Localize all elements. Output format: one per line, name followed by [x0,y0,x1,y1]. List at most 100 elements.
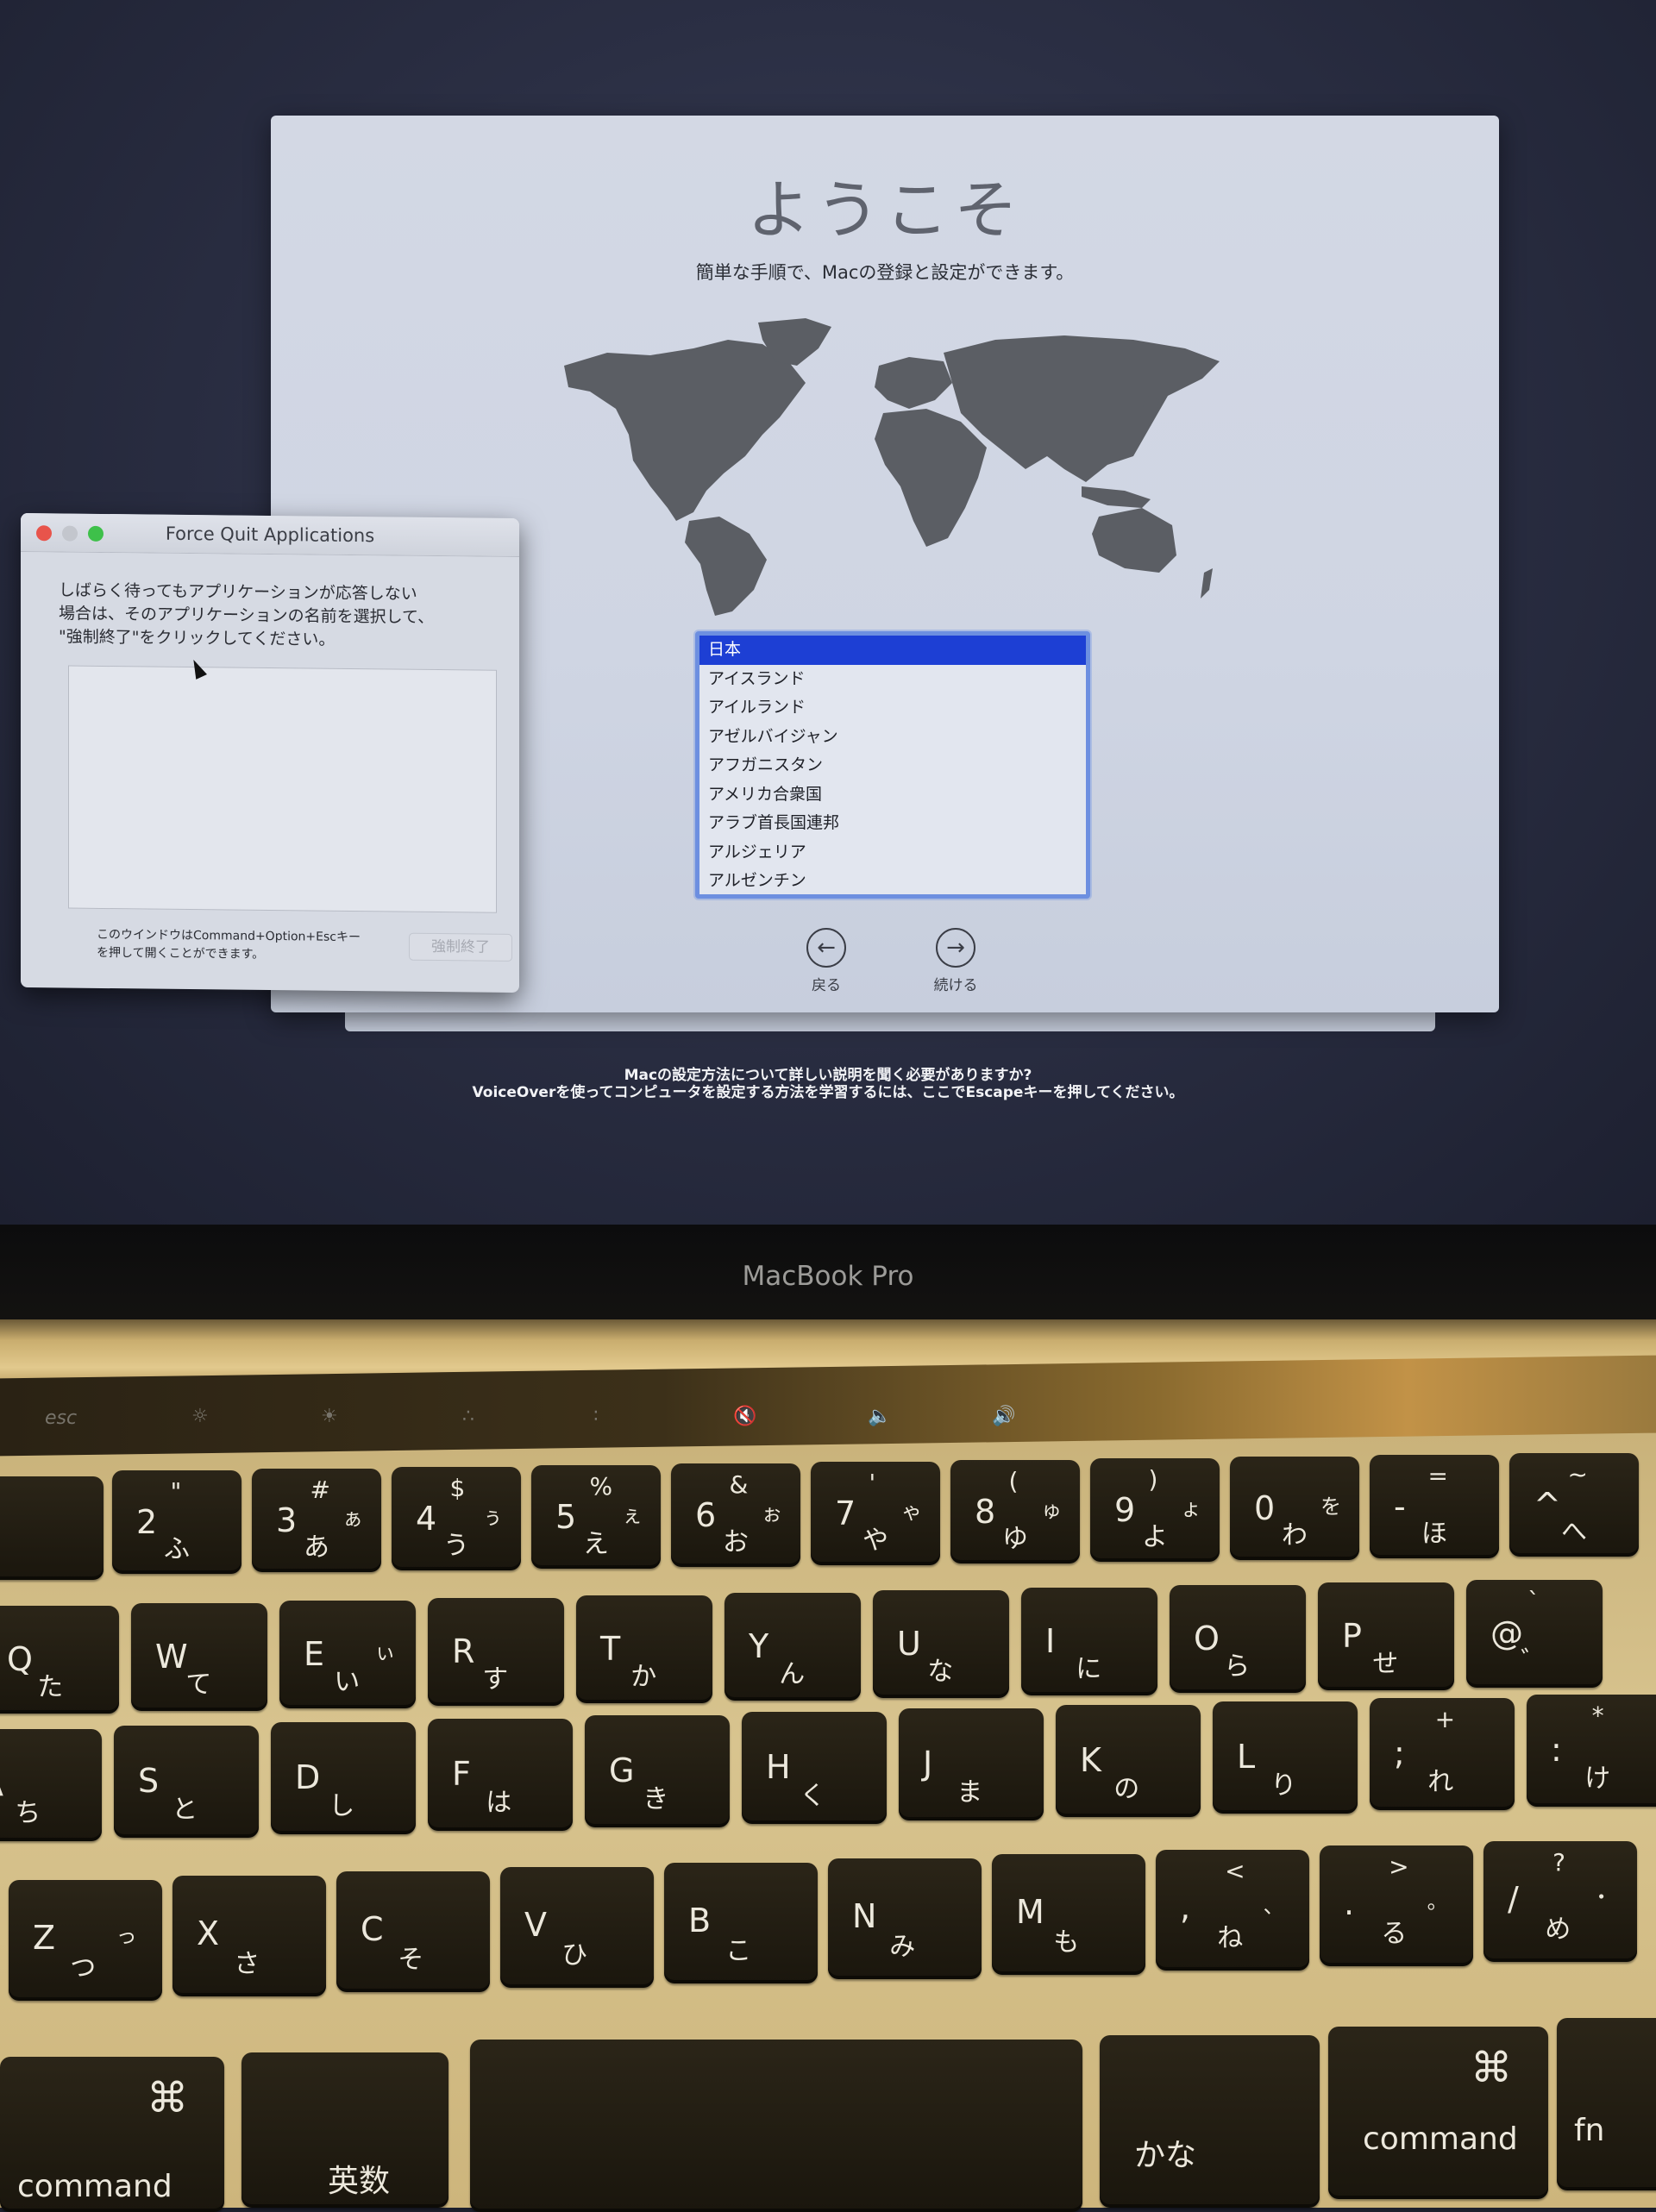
key-0[interactable]: 0わを [1230,1457,1359,1560]
key-:[interactable]: : * け [1527,1695,1656,1807]
key-7[interactable]: 7 ' やゃ [811,1462,940,1565]
key-t[interactable]: Tか [576,1595,712,1703]
key-6[interactable]: 6 & おぉ [671,1463,800,1567]
key-label: 4 [416,1500,437,1538]
key-label: 0 [1254,1489,1276,1528]
keyboard-light-up-icon[interactable]: ∶ [593,1406,599,1427]
country-item[interactable]: 日本 [699,636,1086,665]
key-x[interactable]: Xさ [172,1876,326,1996]
fn-key[interactable]: fn [1557,2018,1656,2190]
mute-icon[interactable]: 🔇 [733,1406,756,1427]
key-label: F [452,1754,471,1793]
key-9[interactable]: 9) よょ [1090,1458,1220,1562]
key-label: : [1551,1730,1562,1769]
key-c[interactable]: Cそ [336,1871,490,1992]
key-label: Q [7,1640,33,1678]
space-bar[interactable] [470,2040,1082,2212]
key-i[interactable]: Iに [1021,1588,1157,1695]
volume-down-icon[interactable]: 🔈 [868,1406,891,1427]
country-list[interactable]: 日本 アイスランド アイルランド アゼルバイジャン アフガニスタン アメリカ合衆国 アラブ首… [695,631,1090,899]
key-shift-label: ) [1148,1465,1158,1494]
back-button[interactable]: ← 戻る [783,928,869,994]
continue-button[interactable]: → 続ける [913,928,999,994]
key-h[interactable]: Hく [742,1712,887,1824]
key-kana-label: は [486,1787,512,1818]
country-item[interactable]: アルゼンチン [699,867,1086,894]
kana-key[interactable]: かな [1100,2035,1320,2208]
eisu-key[interactable]: 英数 [242,2052,448,2208]
country-item[interactable]: アフガニスタン [699,751,1086,780]
command-left-key[interactable]: command ⌘ [0,2057,224,2212]
volume-up-icon[interactable]: 🔊 [992,1406,1015,1427]
key-k[interactable]: Kの [1056,1705,1201,1817]
country-item[interactable]: アラブ首長国連邦 [699,809,1086,838]
key-5[interactable]: 5% えぇ [531,1465,661,1569]
esc-key[interactable]: esc [45,1407,77,1429]
key-4[interactable]: 4 $ うぅ [392,1467,521,1570]
key-^[interactable]: ^ ~ へ [1509,1453,1639,1557]
key-u[interactable]: Uな [873,1590,1009,1698]
key-a[interactable]: Aち [0,1729,102,1841]
key-e[interactable]: Eいぃ [279,1601,416,1708]
key-w[interactable]: Wて [131,1603,267,1711]
key-kana-label: わ [1282,1520,1308,1551]
key-3[interactable]: 3 # あぁ [252,1469,381,1572]
key-y[interactable]: Yん [724,1593,861,1701]
key-f[interactable]: Fは [428,1719,573,1831]
key-kana-label: み [889,1932,916,1962]
key-s[interactable]: Sと [114,1726,259,1838]
country-item[interactable]: アメリカ合衆国 [699,780,1086,810]
country-item[interactable]: アイスランド [699,665,1086,694]
key-b[interactable]: Bこ [664,1863,818,1983]
key-label: H [766,1747,791,1786]
force-quit-titlebar[interactable]: Force Quit Applications [21,512,519,558]
key-o[interactable]: Oら [1170,1585,1306,1693]
key-v[interactable]: Vひ [500,1867,654,1988]
key-l[interactable]: Lり [1213,1701,1358,1814]
command-symbol-icon: ⌘ [1471,2044,1512,2092]
force-quit-button[interactable]: 強制終了 [409,932,512,962]
key-,[interactable]: , < ね、 [1156,1850,1309,1971]
key-d[interactable]: Dし [271,1722,416,1834]
key-label: R [452,1632,475,1670]
command-right-key[interactable]: command ⌘ [1328,2027,1548,2199]
key-kana-small-label: ぇ [622,1503,643,1528]
key-p[interactable]: Pせ [1318,1582,1454,1690]
application-list[interactable] [68,665,497,913]
key-kana-label: ま [957,1776,983,1808]
key-kana-label: き [643,1783,669,1814]
country-item[interactable]: アルジェリア [699,838,1086,868]
key-g[interactable]: Gき [585,1715,730,1827]
key-/[interactable]: /? め・ [1484,1841,1637,1962]
country-item[interactable]: アイルランド [699,693,1086,723]
keyboard-light-down-icon[interactable]: ∴ [462,1406,474,1427]
key-[interactable] [0,1476,104,1580]
key-j[interactable]: Jま [899,1708,1044,1820]
key-z[interactable]: Zつっ [9,1880,162,2001]
key-8[interactable]: 8 (ゆゅ [950,1460,1080,1563]
key-n[interactable]: Nみ [828,1858,982,1979]
key-r[interactable]: Rす [428,1598,564,1706]
asia [944,335,1220,482]
welcome-subtitle: 簡単な手順で、Macの登録と設定ができます。 [695,262,1075,283]
key-q[interactable]: Qた [0,1606,119,1714]
key-m[interactable]: Mも [992,1854,1145,1975]
key-label: L [1237,1737,1256,1776]
key-label: @ [1490,1614,1523,1652]
key--[interactable]: - = ほ [1370,1455,1499,1558]
key-kana-label: こ [725,1936,752,1966]
key-kana-label: す [482,1664,509,1695]
country-item[interactable]: アゼルバイジャン [699,723,1086,752]
key-.[interactable]: . > る。 [1320,1845,1473,1966]
africa [875,409,987,547]
brightness-up-icon[interactable]: ☀ [321,1406,338,1427]
brightness-down-icon[interactable]: ☼ [191,1406,209,1427]
key-2[interactable]: 2 " ふ [112,1470,242,1574]
key-kana-label: た [37,1671,64,1702]
key-kana-label: ん [779,1658,806,1689]
key-kana-small-label: ぉ [762,1501,782,1526]
europe [875,357,952,409]
key-@[interactable]: @ ` ゛ [1466,1580,1603,1688]
key-;[interactable]: ; + れ [1370,1698,1515,1810]
key-shift-label: ~ [1567,1460,1588,1488]
